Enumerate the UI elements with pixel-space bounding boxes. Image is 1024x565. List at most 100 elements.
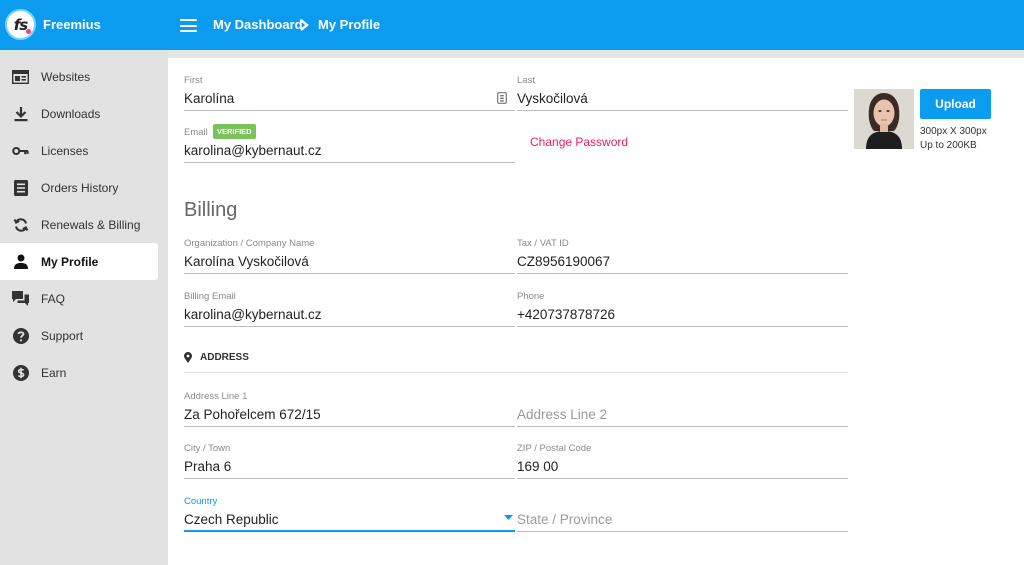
phone-input[interactable]: +420737878726: [517, 307, 615, 322]
location-pin-icon: [184, 352, 192, 363]
country-select[interactable]: Country Czech Republic: [184, 496, 515, 532]
state-field[interactable]: State / Province: [517, 496, 848, 532]
phone-field[interactable]: Phone +420737878726: [517, 291, 848, 327]
company-name-label: Organization / Company Name: [184, 238, 315, 249]
sidebar-item-label: Downloads: [41, 106, 101, 121]
state-input[interactable]: State / Province: [517, 512, 612, 527]
dropdown-arrow-icon[interactable]: [504, 515, 513, 520]
upload-dimensions-hint: 300px X 300px: [920, 126, 987, 137]
sidebar-item-support[interactable]: Support: [0, 317, 158, 354]
sidebar-item-licenses[interactable]: Licenses: [0, 132, 158, 169]
browser-window-icon: [12, 68, 29, 85]
tax-id-input[interactable]: CZ8956190067: [517, 254, 610, 269]
email-underline: [184, 162, 515, 163]
billing-email-field[interactable]: Billing Email karolina@kybernaut.cz: [184, 291, 515, 327]
sidebar-item-websites[interactable]: Websites: [0, 58, 158, 95]
change-password-link[interactable]: Change Password: [530, 135, 628, 149]
state-underline: [517, 531, 848, 532]
company-name-input[interactable]: Karolína Vyskočilová: [184, 254, 309, 269]
address-divider: [184, 372, 848, 373]
sidebar-item-downloads[interactable]: Downloads: [0, 95, 158, 132]
breadcrumb-my-profile: My Profile: [318, 17, 381, 32]
chat-bubbles-icon: [12, 290, 29, 307]
last-name-field[interactable]: Last Vyskočilová: [517, 75, 848, 111]
last-name-input[interactable]: Vyskočilová: [517, 91, 588, 106]
billing-email-underline: [184, 326, 515, 327]
sidebar-item-label: Renewals & Billing: [41, 217, 141, 232]
question-circle-icon: [12, 327, 29, 344]
list-document-icon: [12, 179, 29, 196]
zip-label: ZIP / Postal Code: [517, 443, 592, 454]
last-name-underline: [517, 110, 848, 111]
profile-panel: First Karolína Last Vyskočilová Email VE…: [168, 58, 1024, 565]
email-input[interactable]: karolina@kybernaut.cz: [184, 143, 322, 158]
first-name-field[interactable]: First Karolína: [184, 75, 515, 111]
top-bar: fs Freemius My Dashboard My Profile: [0, 0, 1024, 50]
address-line2-field[interactable]: Address Line 2: [517, 391, 848, 427]
sidebar-item-label: Earn: [41, 365, 67, 380]
last-name-label: Last: [517, 75, 535, 86]
email-field[interactable]: Email VERIFIED karolina@kybernaut.cz: [184, 124, 515, 163]
freemius-logo[interactable]: fs: [5, 9, 36, 40]
sidebar-item-label: Licenses: [41, 143, 89, 158]
address-line2-underline: [517, 426, 848, 427]
brand-name: Freemius: [43, 17, 101, 32]
country-value: Czech Republic: [184, 512, 279, 527]
upload-size-hint: Up to 200KB: [920, 140, 977, 151]
menu-icon[interactable]: [180, 19, 197, 32]
verified-badge: VERIFIED: [213, 124, 256, 139]
sidebar-item-orders-history[interactable]: Orders History: [0, 169, 158, 206]
first-name-underline: [184, 110, 515, 111]
address-heading: ADDRESS: [200, 352, 249, 363]
first-name-input[interactable]: Karolína: [184, 91, 234, 106]
billing-email-label: Billing Email: [184, 291, 236, 302]
phone-underline: [517, 326, 848, 327]
country-underline: [184, 530, 515, 532]
city-underline: [184, 478, 515, 479]
sidebar-item-label: Websites: [41, 69, 91, 84]
breadcrumb-dashboard[interactable]: My Dashboard: [213, 17, 303, 32]
contact-card-icon: [497, 92, 507, 104]
first-name-label: First: [184, 75, 203, 86]
address-line1-field[interactable]: Address Line 1 Za Pohořelcem 672/15: [184, 391, 515, 427]
sidebar-item-label: Orders History: [41, 180, 119, 195]
address-line1-input[interactable]: Za Pohořelcem 672/15: [184, 407, 321, 422]
sidebar-item-renewals-billing[interactable]: Renewals & Billing: [0, 206, 158, 243]
sidebar-item-label: FAQ: [41, 291, 66, 306]
zip-field[interactable]: ZIP / Postal Code 169 00: [517, 443, 848, 479]
download-icon: [12, 105, 29, 122]
billing-email-input[interactable]: karolina@kybernaut.cz: [184, 307, 322, 322]
person-icon: [12, 253, 29, 270]
billing-heading: Billing: [184, 199, 238, 221]
tax-id-label: Tax / VAT ID: [517, 238, 569, 249]
zip-input[interactable]: 169 00: [517, 459, 558, 474]
key-icon: [12, 142, 29, 159]
sidebar-item-faq[interactable]: FAQ: [0, 280, 158, 317]
address-section-header: ADDRESS: [184, 352, 249, 363]
zip-underline: [517, 478, 848, 479]
sidebar-item-label: My Profile: [41, 254, 99, 269]
company-name-field[interactable]: Organization / Company Name Karolína Vys…: [184, 238, 515, 274]
sidebar-item-my-profile[interactable]: My Profile: [0, 243, 158, 280]
email-label: Email: [184, 127, 208, 138]
tax-id-field[interactable]: Tax / VAT ID CZ8956190067: [517, 238, 848, 274]
sidebar-item-earn[interactable]: Earn: [0, 354, 158, 391]
city-label: City / Town: [184, 443, 231, 454]
logo-dot: [26, 29, 31, 34]
tax-id-underline: [517, 273, 848, 274]
profile-photo: [854, 89, 914, 149]
sidebar-item-label: Support: [41, 328, 84, 343]
company-name-underline: [184, 273, 515, 274]
city-field[interactable]: City / Town Praha 6: [184, 443, 515, 479]
address-line2-input[interactable]: Address Line 2: [517, 407, 607, 422]
country-label: Country: [184, 496, 218, 507]
upload-button[interactable]: Upload: [920, 89, 991, 119]
phone-label: Phone: [517, 291, 545, 302]
sync-icon: [12, 216, 29, 233]
address-line1-label: Address Line 1: [184, 391, 248, 402]
address-line1-underline: [184, 426, 515, 427]
dollar-circle-icon: [12, 364, 29, 381]
chevron-right-icon: [300, 19, 309, 31]
sidebar: Websites Downloads Licenses Orders Histo…: [0, 50, 168, 565]
city-input[interactable]: Praha 6: [184, 459, 231, 474]
